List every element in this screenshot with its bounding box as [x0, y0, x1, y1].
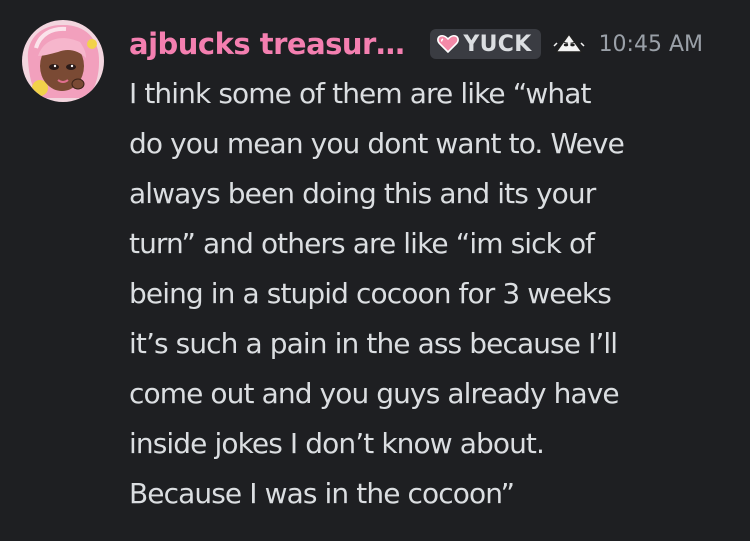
- server-tag-label: YUCK: [463, 31, 532, 57]
- message-text-line: do you mean you dont want to. Weve: [129, 127, 625, 160]
- message-text-line: turn” and others are like “im sick of: [129, 227, 595, 260]
- user-avatar[interactable]: [22, 20, 104, 102]
- message-text-line: come out and you guys already have: [129, 377, 620, 410]
- message-text-line: inside jokes I don’t know about.: [129, 427, 545, 460]
- pink-heart-icon: [437, 34, 460, 54]
- message-text-line: being in a stupid cocoon for 3 weeks: [129, 277, 612, 310]
- message-text-line: always been doing this and its your: [129, 177, 596, 210]
- chat-message: ajbucks treasur… YUCK 10:45 AM I think s…: [0, 0, 750, 541]
- message-header: ajbucks treasur… YUCK 10:45 AM: [129, 16, 703, 72]
- pink-haired-character-avatar-icon: [22, 20, 104, 102]
- server-tag-badge[interactable]: YUCK: [430, 29, 541, 59]
- message-text-line: it’s such a pain in the ass because I’ll: [129, 327, 618, 360]
- message-content: I think some of them are like “what do y…: [129, 69, 739, 519]
- triangle-role-icon[interactable]: [553, 31, 585, 57]
- message-text-line: I think some of them are like “what: [129, 77, 591, 110]
- username[interactable]: ajbucks treasur…: [129, 27, 405, 61]
- message-timestamp: 10:45 AM: [598, 31, 703, 57]
- message-text-line: Because I was in the cocoon”: [129, 477, 515, 510]
